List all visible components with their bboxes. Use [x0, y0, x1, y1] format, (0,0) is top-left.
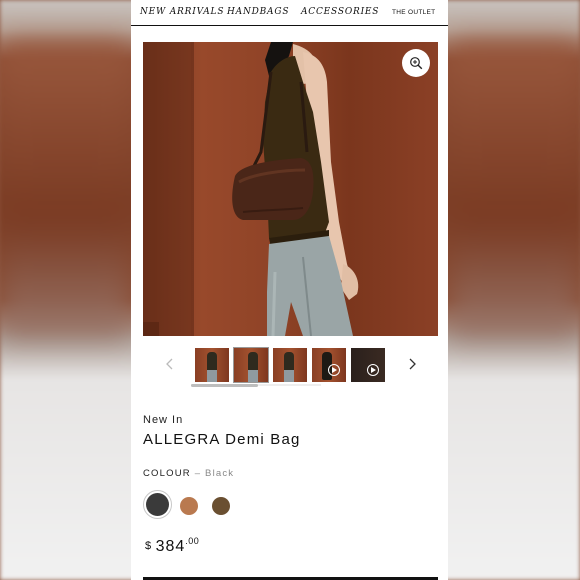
thumbnail-2[interactable] [233, 347, 269, 383]
thumbnail-legs [248, 370, 258, 382]
swatch-black[interactable] [143, 490, 172, 519]
nav-new-arrivals[interactable]: NEW ARRIVALS [140, 7, 224, 17]
carousel-next-button[interactable] [405, 356, 419, 370]
thumbnail-legs [207, 370, 217, 382]
swatch-brown[interactable] [212, 497, 230, 515]
thumbnail-carousel [131, 344, 448, 388]
new-in-badge: New In [143, 414, 184, 426]
play-icon [328, 364, 340, 376]
selected-colour-name: Black [205, 468, 235, 479]
thumbnail-1[interactable] [195, 348, 229, 382]
nav-accessories[interactable]: ACCESSORIES [301, 7, 379, 17]
colour-label: COLOUR [143, 468, 191, 479]
product-title: ALLEGRA Demi Bag [143, 431, 301, 448]
product-price: $ 384.00 [145, 536, 199, 556]
nav-handbags[interactable]: HANDBAGS [227, 7, 289, 17]
wall-panel-edge [191, 42, 194, 336]
product-main-image[interactable] [143, 42, 438, 336]
chevron-left-icon [166, 358, 173, 370]
price-amount: 384 [155, 538, 186, 555]
play-icon [367, 364, 379, 376]
price-cents: .00 [185, 536, 200, 546]
thumbnail-legs [284, 370, 294, 382]
colour-separator: – [194, 468, 202, 479]
wall-shadow [143, 42, 191, 336]
thumbnail-5-video[interactable] [351, 348, 385, 382]
swatch-tan[interactable] [180, 497, 198, 515]
zoom-in-icon [410, 57, 423, 70]
backdrop-right [449, 40, 580, 340]
nav-the-outlet[interactable]: THE OUTLET [392, 9, 435, 16]
carousel-prev-button[interactable] [163, 356, 177, 370]
thumbnail-4-video[interactable] [312, 348, 346, 382]
carousel-scrollbar[interactable] [191, 384, 258, 387]
thumbnail-3[interactable] [273, 348, 307, 382]
backdrop-left [0, 40, 131, 340]
top-navigation: NEW ARRIVALS HANDBAGS ACCESSORIES THE OU… [131, 0, 448, 26]
colour-selector-label: COLOUR – Black [143, 468, 234, 479]
product-page: NEW ARRIVALS HANDBAGS ACCESSORIES THE OU… [131, 0, 448, 580]
chevron-right-icon [409, 358, 416, 370]
zoom-button[interactable] [402, 49, 430, 77]
swatch-black-fill [146, 493, 169, 516]
price-currency: $ [145, 540, 152, 552]
